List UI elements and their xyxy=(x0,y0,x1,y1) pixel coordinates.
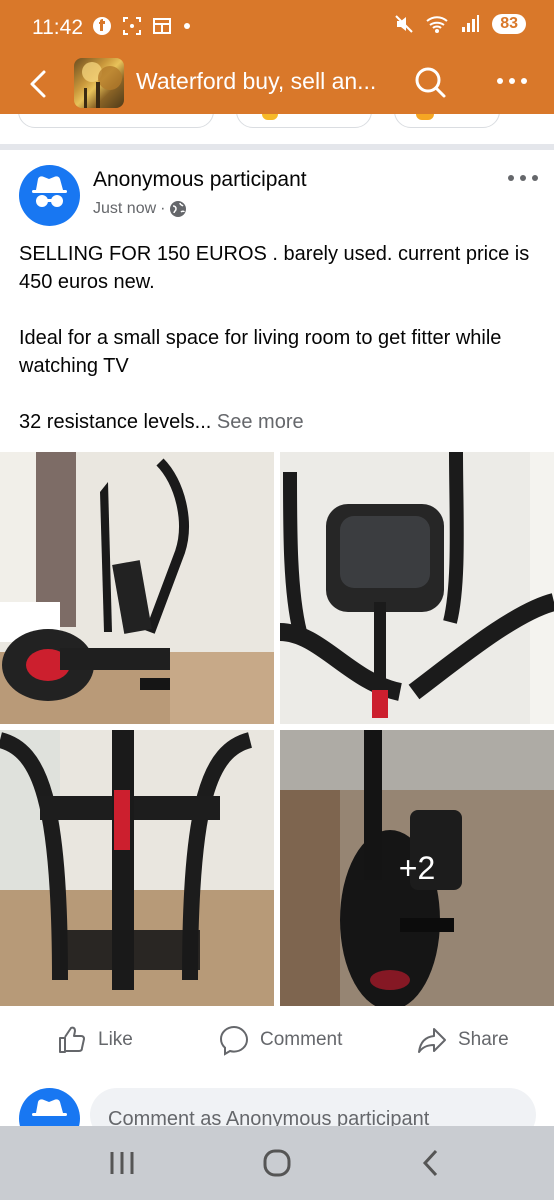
dot-icon xyxy=(184,23,190,29)
post-paragraph: SELLING FOR 150 EUROS . barely used. cur… xyxy=(19,243,530,293)
more-photos-count: +2 xyxy=(398,849,436,886)
poster-name[interactable]: Anonymous participant xyxy=(93,168,307,192)
post-last-line: 32 resistance levels... xyxy=(19,411,212,433)
recent-apps-icon[interactable] xyxy=(102,1146,142,1180)
signal-icon xyxy=(462,15,480,32)
post-photo[interactable]: +2 xyxy=(280,730,554,1006)
post-paragraph: Ideal for a small space for living room … xyxy=(19,327,502,377)
battery-badge: 83 xyxy=(492,14,526,34)
comment-label: Comment xyxy=(260,1029,343,1050)
post-paragraph: 32 resistance levels... See more xyxy=(19,408,539,436)
like-label: Like xyxy=(98,1029,133,1050)
anonymous-icon xyxy=(32,176,67,207)
group-thumbnail[interactable] xyxy=(74,58,124,108)
home-icon[interactable] xyxy=(257,1146,297,1180)
wifi-icon xyxy=(426,16,448,33)
like-button[interactable]: Like xyxy=(56,1024,133,1056)
post-photo[interactable] xyxy=(280,452,554,724)
post-text: SELLING FOR 150 EUROS . barely used. cur… xyxy=(19,240,539,436)
group-title[interactable]: Waterford buy, sell an... xyxy=(136,68,376,95)
comment-button[interactable]: Comment xyxy=(218,1024,342,1056)
screenshot-icon xyxy=(123,17,141,35)
post-photo[interactable] xyxy=(0,452,274,724)
calendar-icon xyxy=(153,18,171,34)
meta-separator: · xyxy=(160,200,166,217)
more-photos-overlay[interactable]: +2 xyxy=(280,730,554,1006)
share-button[interactable]: Share xyxy=(416,1024,509,1056)
see-more-link[interactable]: See more xyxy=(217,411,304,433)
post-photo[interactable] xyxy=(0,730,274,1006)
share-label: Share xyxy=(458,1029,509,1050)
post-time[interactable]: Just now xyxy=(93,200,156,218)
app-bar: Waterford buy, sell an... xyxy=(0,56,554,114)
chip[interactable] xyxy=(394,114,500,128)
section-divider xyxy=(0,144,554,150)
chip[interactable] xyxy=(18,114,214,128)
system-nav-bar xyxy=(0,1126,554,1200)
mute-icon xyxy=(395,15,413,33)
share-icon xyxy=(418,1028,446,1053)
globe-icon xyxy=(170,201,187,217)
avatar[interactable] xyxy=(19,165,80,226)
search-icon[interactable] xyxy=(412,64,448,100)
back-nav-icon[interactable] xyxy=(412,1146,452,1180)
comment-row: Comment as Anonymous participant xyxy=(0,1084,554,1149)
post-meta: Just now · xyxy=(93,200,187,218)
chip[interactable] xyxy=(236,114,372,128)
thumbs-up-icon xyxy=(59,1026,85,1053)
status-time: 11:42 xyxy=(32,16,83,39)
more-options-icon[interactable] xyxy=(494,66,530,96)
post-actions: Like Comment Share xyxy=(0,1020,554,1064)
status-bar: 11:42 83 xyxy=(0,0,554,56)
comment-icon xyxy=(219,1025,249,1056)
post-options-icon[interactable] xyxy=(505,166,541,190)
back-arrow-icon[interactable] xyxy=(24,64,54,104)
facebook-icon xyxy=(93,17,111,35)
chips-strip xyxy=(0,114,554,144)
